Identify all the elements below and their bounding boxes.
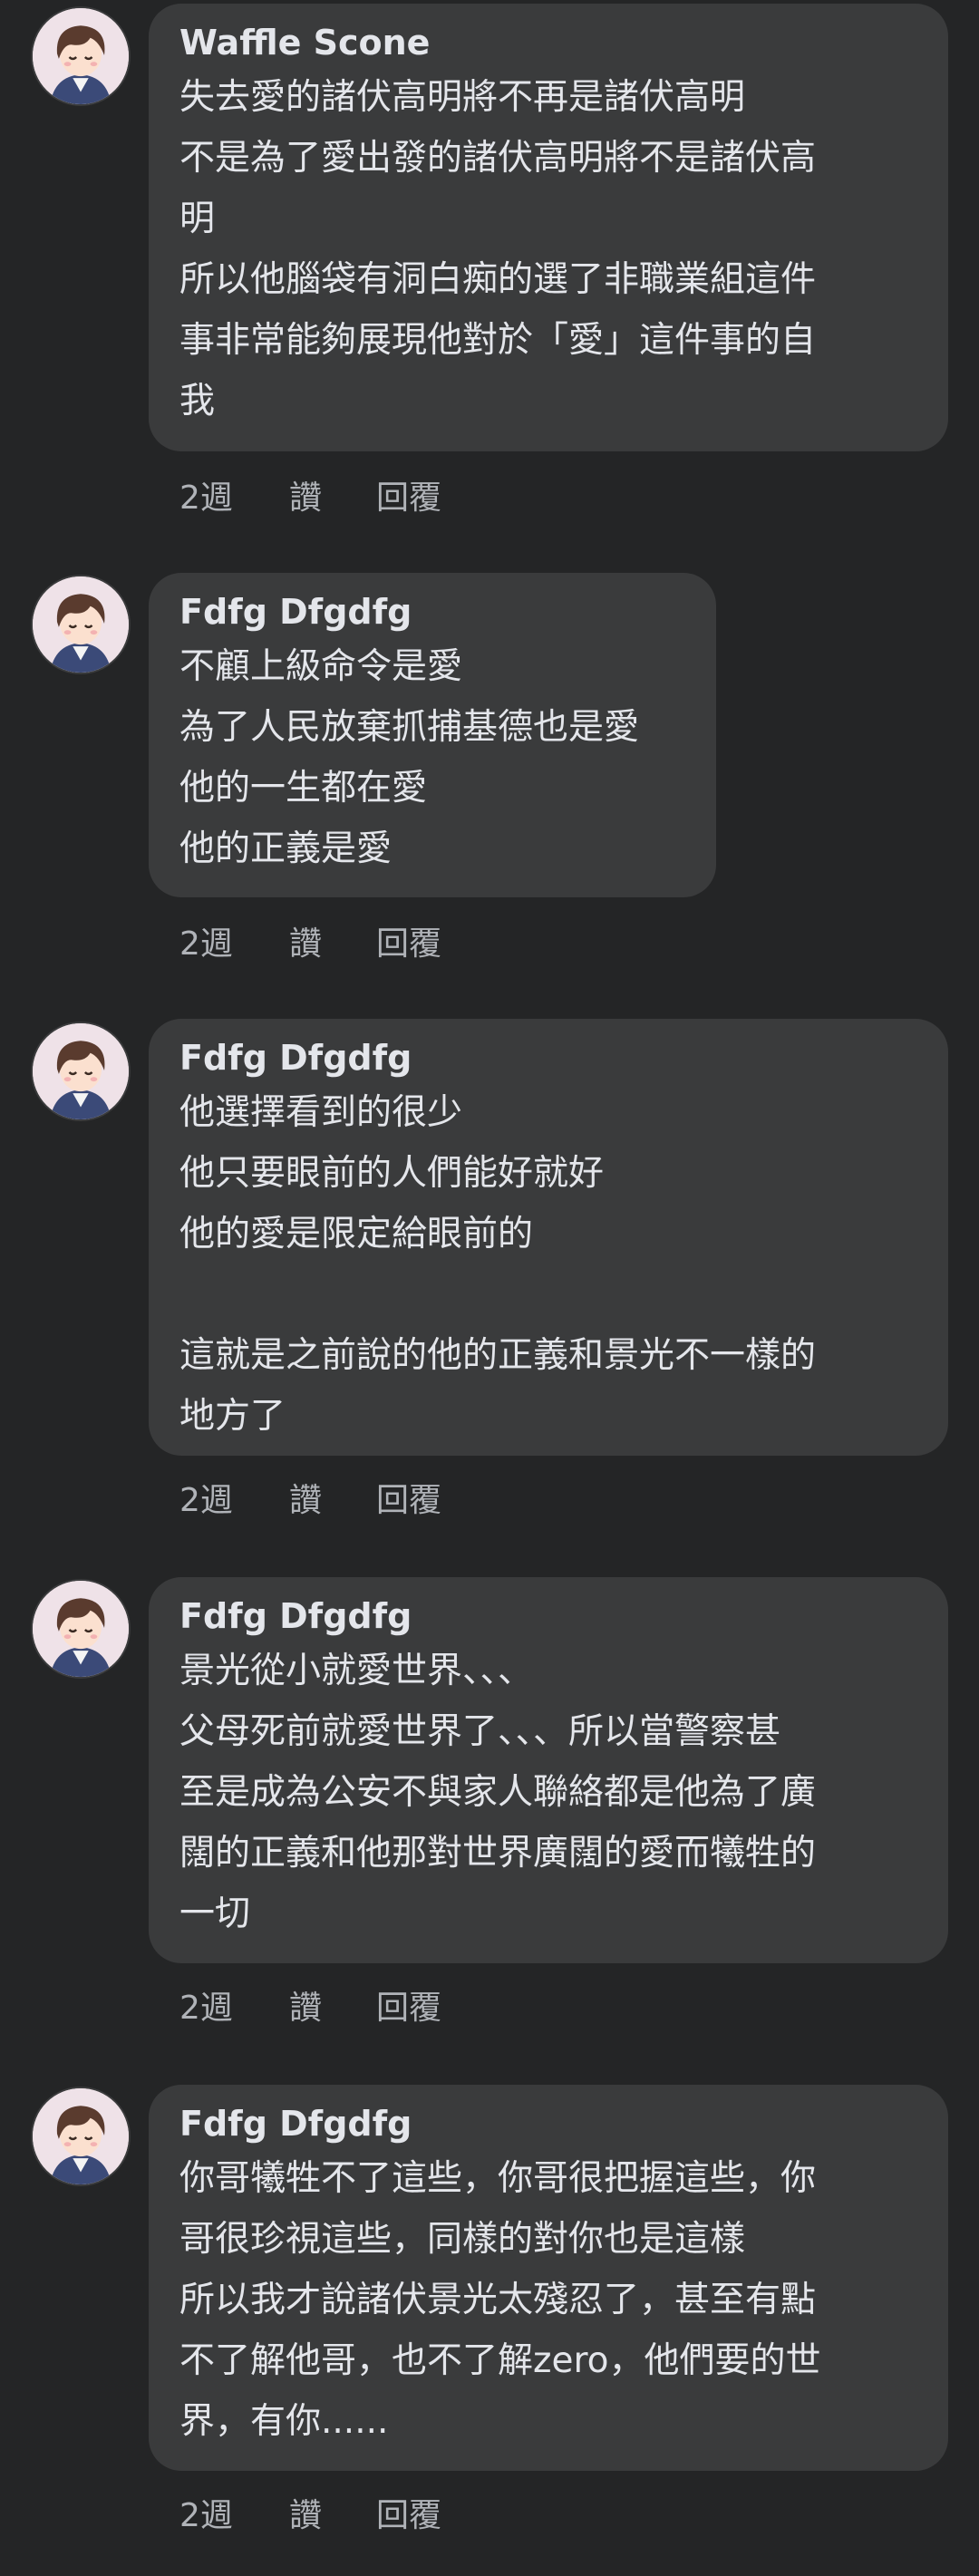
comment-bubble: Waffle Scone 失去愛的諸伏高明將不再是諸伏高明 不是為了愛出發的諸伏… <box>149 4 948 451</box>
comment-author[interactable]: Waffle Scone <box>179 22 917 63</box>
like-button[interactable]: 讚 <box>289 925 376 964</box>
comment-bubble: Fdfg Dfgdfg 你哥犧牲不了這些，你哥很把握這些，你 哥很珍視這些，同樣… <box>149 2085 948 2471</box>
comment-text: 你哥犧牲不了這些，你哥很把握這些，你 哥很珍視這些，同樣的對你也是這樣 所以我才… <box>179 2158 821 2442</box>
reply-button[interactable]: 回覆 <box>376 925 441 964</box>
reply-button[interactable]: 回覆 <box>376 1481 441 1521</box>
comment-actions: 2週讚回覆 <box>179 2496 441 2536</box>
comment-author[interactable]: Fdfg Dfgdfg <box>179 2103 917 2145</box>
comment-actions: 2週讚回覆 <box>179 1989 441 2029</box>
comment-text: 景光從小就愛世界、、、 父母死前就愛世界了、、、所以當警察甚 至是成為公安不與家… <box>179 1651 817 1934</box>
comment-actions: 2週讚回覆 <box>179 1481 441 1521</box>
comment-author[interactable]: Fdfg Dfgdfg <box>179 1037 917 1079</box>
avatar-image <box>33 1581 129 1677</box>
avatar-image <box>33 2088 129 2184</box>
comment-text: 他選擇看到的很少 他只要眼前的人們能好就好 他的愛是限定給眼前的 這就是之前說的… <box>179 1092 817 1437</box>
comment-timestamp[interactable]: 2週 <box>179 479 289 518</box>
reply-button[interactable]: 回覆 <box>376 479 441 518</box>
comment-bubble: Fdfg Dfgdfg 他選擇看到的很少 他只要眼前的人們能好就好 他的愛是限定… <box>149 1019 948 1456</box>
avatar[interactable] <box>31 1022 131 1121</box>
avatar[interactable] <box>31 1579 131 1679</box>
avatar-image <box>33 8 129 104</box>
comment-timestamp[interactable]: 2週 <box>179 2496 289 2536</box>
avatar-image <box>33 576 129 673</box>
comment-timestamp[interactable]: 2週 <box>179 1989 289 2029</box>
comment-timestamp[interactable]: 2週 <box>179 1481 289 1521</box>
reply-button[interactable]: 回覆 <box>376 2496 441 2536</box>
comment-author[interactable]: Fdfg Dfgdfg <box>179 1595 917 1637</box>
avatar[interactable] <box>31 6 131 106</box>
comment-author[interactable]: Fdfg Dfgdfg <box>179 591 685 633</box>
avatar[interactable] <box>31 575 131 674</box>
comment-bubble: Fdfg Dfgdfg 不顧上級命令是愛 為了人民放棄抓捕基德也是愛 他的一生都… <box>149 573 716 897</box>
like-button[interactable]: 讚 <box>289 1481 376 1521</box>
like-button[interactable]: 讚 <box>289 479 376 518</box>
reply-button[interactable]: 回覆 <box>376 1989 441 2029</box>
comment-actions: 2週讚回覆 <box>179 925 441 964</box>
comment-timestamp[interactable]: 2週 <box>179 925 289 964</box>
comment-bubble: Fdfg Dfgdfg 景光從小就愛世界、、、 父母死前就愛世界了、、、所以當警… <box>149 1577 948 1963</box>
avatar[interactable] <box>31 2087 131 2186</box>
comment-text: 不顧上級命令是愛 為了人民放棄抓捕基德也是愛 他的一生都在愛 他的正義是愛 <box>179 646 640 869</box>
like-button[interactable]: 讚 <box>289 2496 376 2536</box>
avatar-image <box>33 1023 129 1119</box>
comment-text: 失去愛的諸伏高明將不再是諸伏高明 不是為了愛出發的諸伏高明將不是諸伏高 明 所以… <box>179 77 817 421</box>
comment-actions: 2週讚回覆 <box>179 479 441 518</box>
like-button[interactable]: 讚 <box>289 1989 376 2029</box>
